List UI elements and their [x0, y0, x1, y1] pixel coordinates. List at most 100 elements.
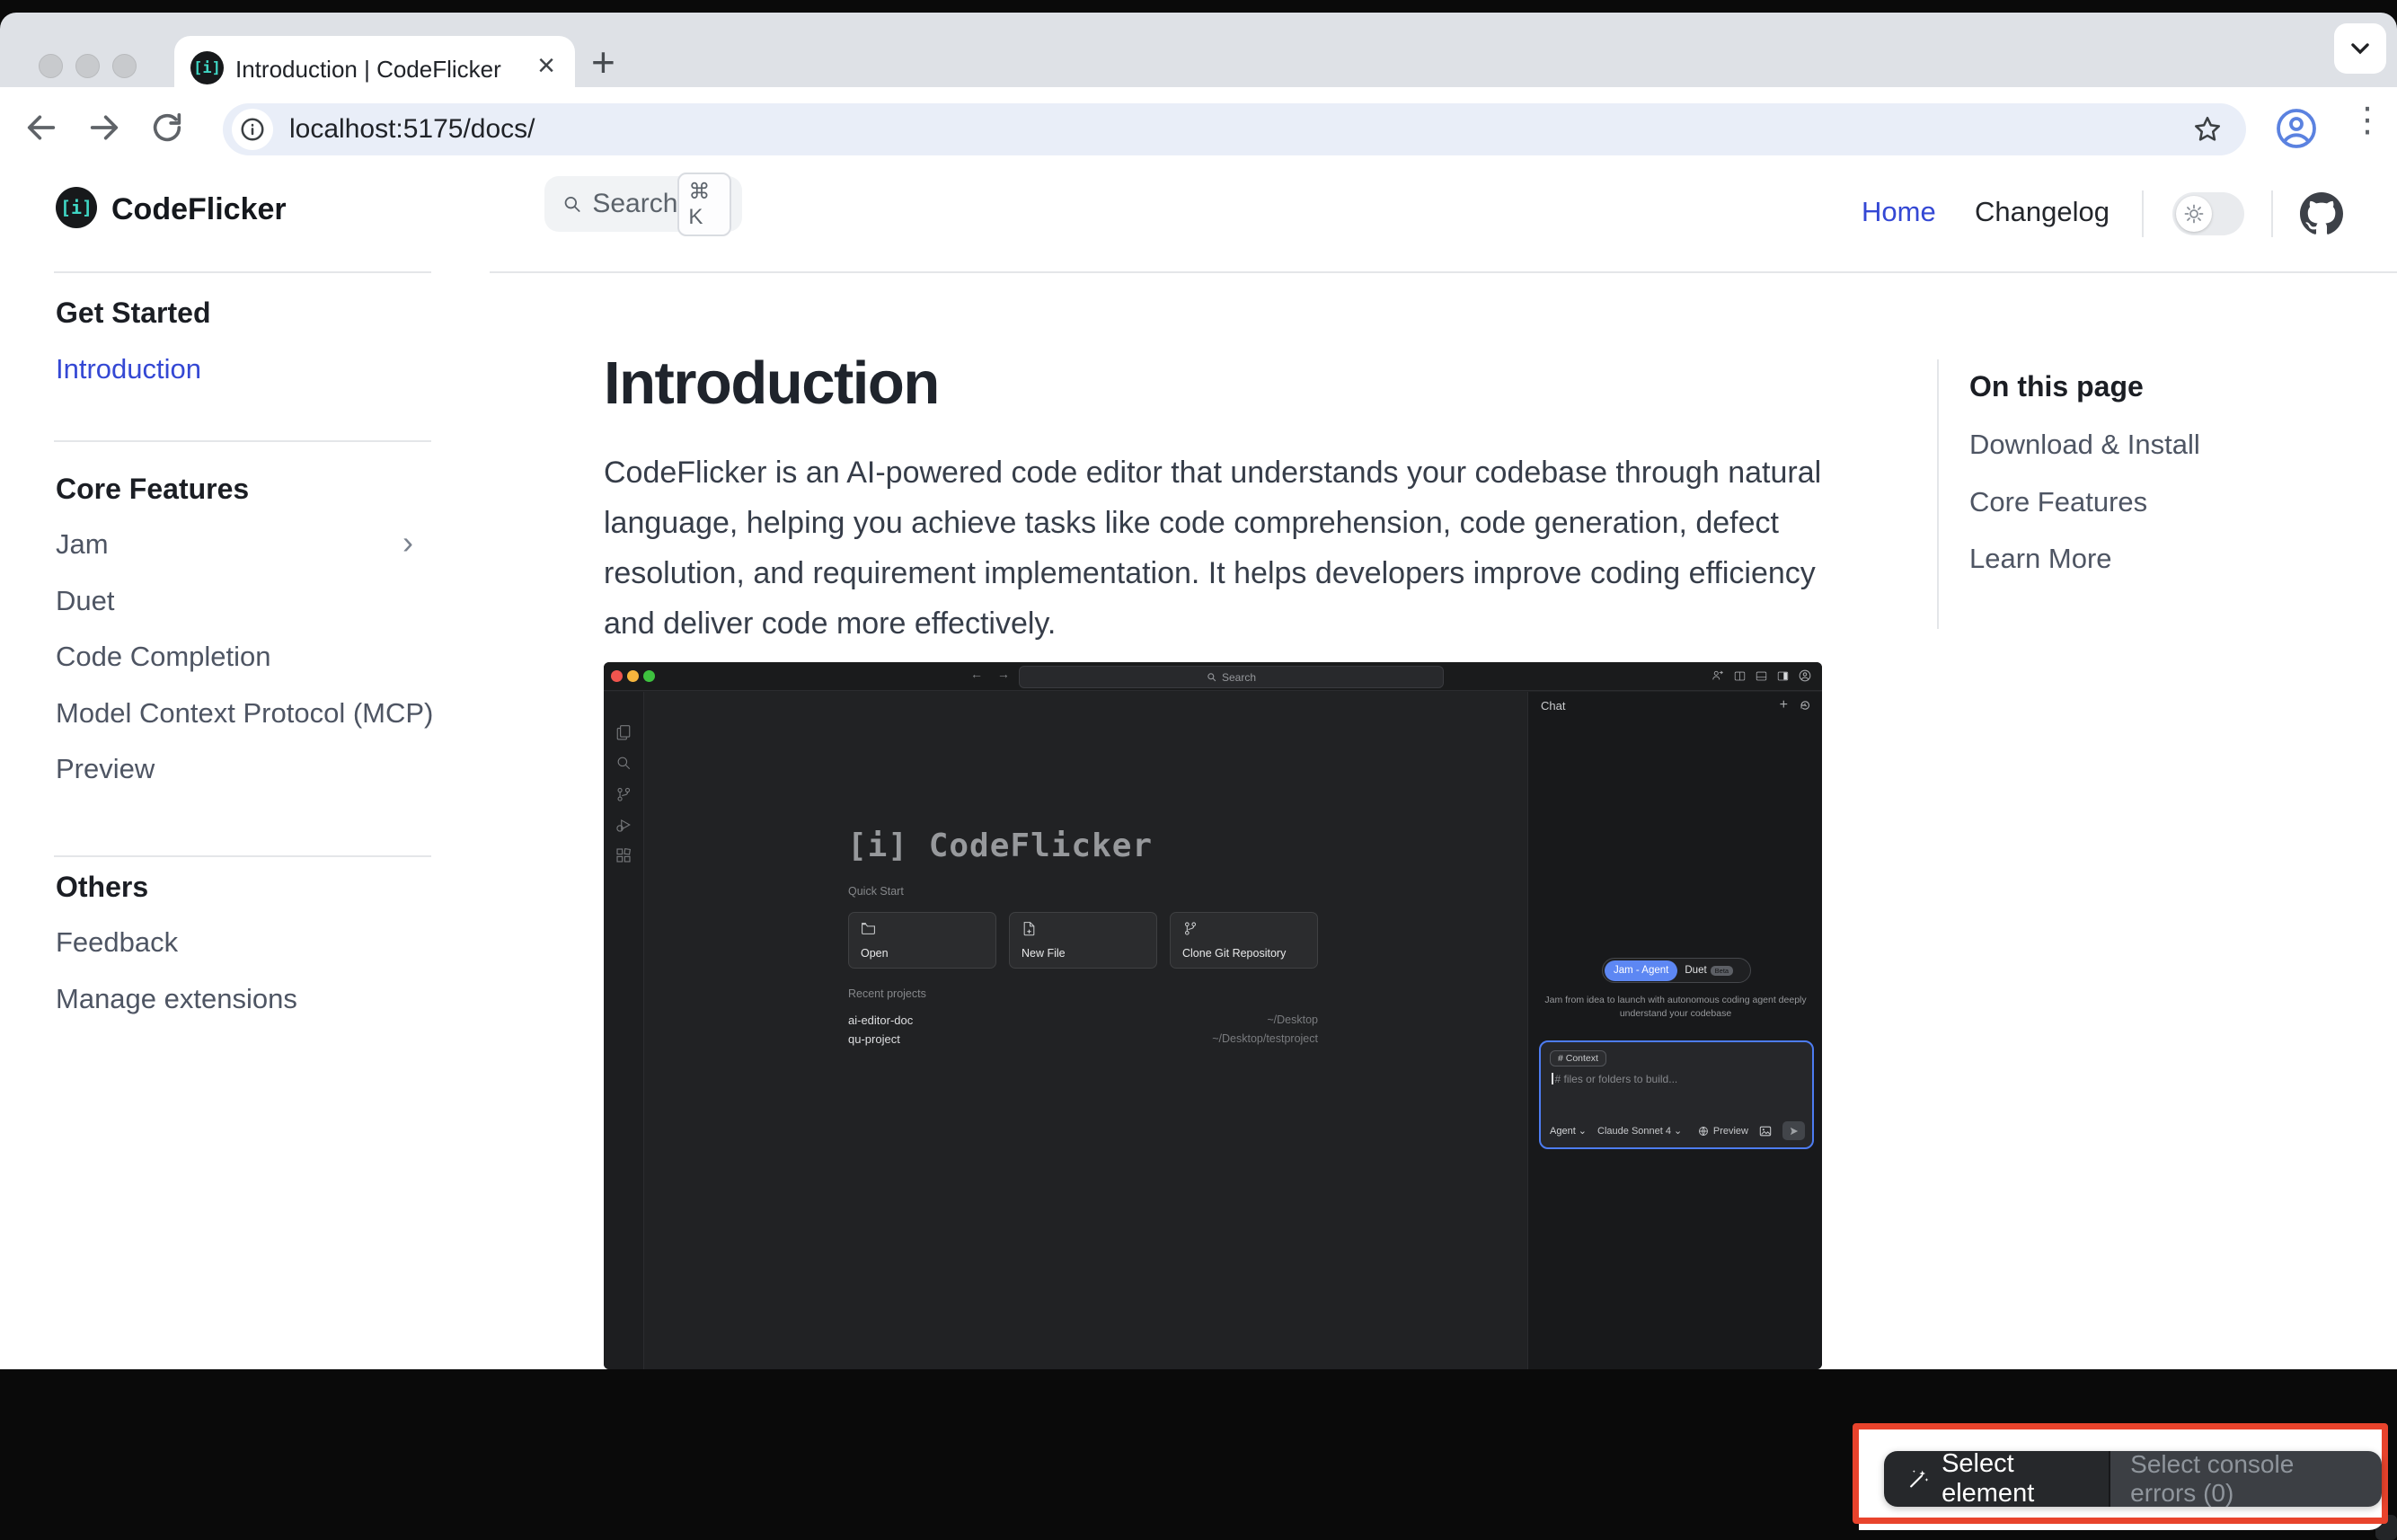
toc-border [1937, 359, 1939, 629]
beta-badge: Beta [1711, 966, 1733, 976]
project-name: qu-project [848, 1030, 900, 1049]
chevron-right-icon[interactable]: › [402, 524, 413, 562]
search-input[interactable]: Search ⌘ K [544, 176, 742, 232]
clone-git-card: Clone Git Repository [1170, 912, 1318, 969]
tab-search-button[interactable] [2334, 23, 2386, 74]
toc-link-core-features[interactable]: Core Features [1969, 486, 2147, 518]
sidebar-item-feedback[interactable]: Feedback [56, 926, 178, 959]
magic-wand-icon [1907, 1465, 1930, 1492]
highlight-annotation-frame: Select element Select console errors (0) [1853, 1423, 2388, 1524]
back-icon[interactable] [23, 110, 59, 146]
editor-titlebar: ← → Search [604, 662, 1822, 691]
mode-label: Agent [1550, 1126, 1576, 1137]
theme-toggle[interactable] [2172, 192, 2244, 235]
sidebar-item-duet[interactable]: Duet [56, 585, 114, 617]
sidebar-item-jam[interactable]: Jam [56, 528, 109, 561]
context-chip: # Context [1550, 1050, 1606, 1066]
text-caret [1552, 1073, 1553, 1084]
open-card: Open [848, 912, 996, 969]
url-bar[interactable]: localhost:5175/docs/ [223, 103, 2246, 155]
select-element-button[interactable]: Select element [1884, 1451, 2109, 1507]
split-columns-icon [1734, 670, 1746, 682]
toc-title: On this page [1969, 370, 2144, 403]
brand-logo[interactable]: [i] [56, 187, 97, 228]
sidebar-item-mcp[interactable]: Model Context Protocol (MCP) [56, 697, 433, 730]
bookmark-star-icon[interactable] [2192, 114, 2223, 145]
search-placeholder: Search [592, 189, 677, 219]
editor-window-icons [1712, 669, 1811, 682]
split-rows-icon [1756, 670, 1767, 682]
editor-screenshot-image: ← → Search [604, 662, 1822, 1369]
profile-avatar-icon[interactable] [2275, 107, 2318, 150]
sidebar-divider [54, 440, 431, 442]
preview-label: Preview [1713, 1126, 1748, 1137]
editor-search-label: Search [1222, 671, 1256, 684]
tab-close-icon[interactable]: × [537, 49, 555, 84]
tab-favicon: [i] [190, 51, 224, 84]
card-label: New File [1022, 947, 1066, 960]
tab-strip: [i] Introduction | CodeFlicker × + [0, 13, 2397, 87]
source-control-icon [615, 786, 632, 802]
model-label: Claude Sonnet 4 [1597, 1126, 1671, 1137]
right-panel-icon [1777, 670, 1789, 682]
extensions-icon [615, 847, 632, 863]
github-icon[interactable] [2300, 192, 2343, 235]
quick-start-label: Quick Start [848, 885, 904, 898]
search-icon [615, 755, 632, 771]
duet-label: Duet [1685, 965, 1706, 976]
window-minimize-button[interactable] [75, 54, 100, 78]
intro-paragraph: CodeFlicker is an AI-powered code editor… [604, 447, 1836, 649]
card-label: Open [861, 947, 889, 960]
search-icon [1207, 672, 1216, 682]
editor-nav-arrows: ← → [970, 667, 1015, 681]
new-file-icon [1022, 921, 1037, 936]
nav-changelog-link[interactable]: Changelog [1975, 196, 2110, 228]
header-divider [2142, 190, 2144, 237]
search-shortcut-kbd: ⌘ K [677, 173, 731, 236]
new-chat-icon: + [1780, 697, 1788, 713]
recent-projects-label: Recent projects [848, 987, 926, 1000]
select-console-errors-button[interactable]: Select console errors (0) [2110, 1451, 2382, 1507]
site-info-button[interactable] [232, 109, 273, 150]
share-profile-icon [1712, 669, 1724, 682]
browser-toolbar: localhost:5175/docs/ ⋮ [0, 87, 2397, 171]
git-branch-icon [1182, 921, 1198, 936]
editor-minimize-light [627, 670, 639, 682]
sidebar-item-code-completion[interactable]: Code Completion [56, 641, 271, 673]
image-attach-icon [1759, 1125, 1772, 1137]
sidebar-item-manage-extensions[interactable]: Manage extensions [56, 983, 297, 1015]
history-icon [1799, 699, 1811, 712]
jam-input-box: # Context # files or folders to build...… [1539, 1040, 1814, 1149]
window-close-button[interactable] [39, 54, 63, 78]
sidebar-section-get-started: Get Started [56, 296, 210, 330]
sun-icon [2183, 203, 2205, 225]
chat-header-icons: + [1780, 697, 1811, 713]
forward-icon[interactable] [86, 110, 122, 146]
editor-welcome-logo: [i] CodeFlicker [847, 828, 1153, 864]
run-debug-icon [615, 817, 632, 833]
chat-title: Chat [1541, 699, 1565, 712]
quick-start-cards: Open New File Clone Git Repository [848, 912, 1318, 969]
sidebar-section-core-features: Core Features [56, 473, 249, 506]
page-title: Introduction [604, 349, 939, 418]
editor-chat-panel: Chat + Jam - Agent Duet Beta Jam from id… [1527, 692, 1822, 1369]
preview-toggle: Preview [1698, 1126, 1748, 1137]
toc-link-download-install[interactable]: Download & Install [1969, 429, 2200, 461]
send-button [1782, 1121, 1805, 1140]
sidebar-item-introduction[interactable]: Introduction [56, 353, 201, 385]
sidebar-divider [54, 855, 431, 857]
recent-project-row: ai-editor-doc ~/Desktop [848, 1011, 1318, 1030]
window-zoom-button[interactable] [112, 54, 137, 78]
browser-menu-icon[interactable]: ⋮ [2350, 100, 2384, 140]
reload-icon[interactable] [149, 110, 185, 146]
sidebar-section-others: Others [56, 871, 148, 904]
new-tab-button[interactable]: + [591, 38, 615, 86]
toc-link-learn-more[interactable]: Learn More [1969, 543, 2112, 575]
mode-dropdown: Agent ⌄ [1550, 1125, 1587, 1137]
sidebar-item-preview[interactable]: Preview [56, 753, 155, 785]
info-icon [239, 116, 266, 143]
send-icon [1789, 1126, 1800, 1137]
folder-icon [861, 921, 876, 936]
nav-home-link[interactable]: Home [1862, 196, 1936, 228]
brand-name[interactable]: CodeFlicker [111, 192, 287, 227]
